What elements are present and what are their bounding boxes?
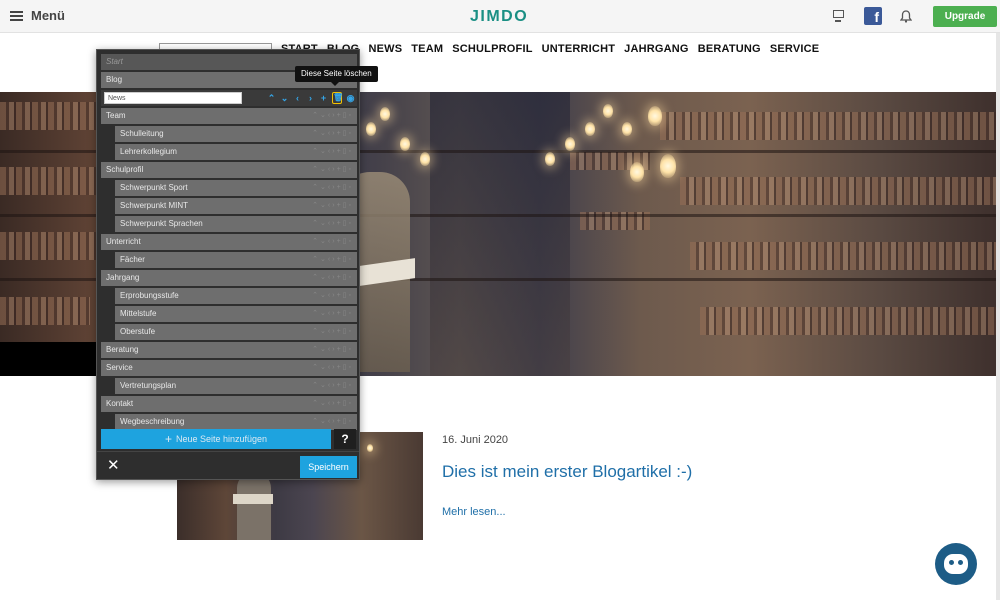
page-row-label: Mittelstufe (120, 309, 157, 318)
row-actions-faded: ⌃⌄‹›+▯◦ (312, 238, 353, 245)
navigation-editor-panel: Start Blog⌃⌄‹›+▯◦⌃⌄‹›+🗑◉Team⌃⌄‹›+▯◦Schul… (96, 49, 360, 480)
page-row-label: Start (106, 57, 123, 66)
page-row[interactable]: Jahrgang ⌃⌄‹›+▯◦ (101, 270, 357, 286)
add-page-button[interactable]: + Neue Seite hinzufügen (101, 429, 331, 449)
site-nav-item[interactable]: SCHULPROFIL (452, 43, 532, 55)
save-button[interactable]: Speichern (300, 456, 357, 478)
row-actions-faded: ⌃⌄‹›+▯◦ (312, 112, 353, 119)
page-row[interactable]: Vertretungsplan ⌃⌄‹›+▯◦ (115, 378, 357, 394)
row-actions-faded: ⌃⌄‹›+▯◦ (312, 364, 353, 371)
page-row-label: Jahrgang (106, 273, 140, 282)
page-row-label: Erprobungsstufe (120, 291, 179, 300)
panel-divider (97, 451, 359, 452)
plus-icon[interactable]: + (319, 90, 328, 106)
row-actions-faded: ⌃⌄‹›+▯◦ (312, 130, 353, 137)
robot-icon (944, 554, 968, 574)
chevron-left-icon[interactable]: ‹ (293, 90, 302, 106)
chevron-up-icon[interactable]: ⌃ (267, 90, 276, 106)
row-actions-faded: ⌃⌄‹›+▯◦ (312, 418, 353, 425)
blog-date: 16. Juni 2020 (442, 434, 509, 446)
site-nav-item[interactable]: BERATUNG (698, 43, 761, 55)
row-actions-faded: ⌃⌄‹›+▯◦ (312, 346, 353, 353)
page-row[interactable]: Beratung ⌃⌄‹›+▯◦ (101, 342, 357, 358)
menu-label: Menü (31, 8, 65, 23)
facebook-icon[interactable]: f (864, 7, 882, 25)
read-more-link[interactable]: Mehr lesen... (442, 506, 506, 518)
close-icon[interactable]: ✕ (107, 456, 120, 474)
page-row[interactable]: Oberstufe ⌃⌄‹›+▯◦ (115, 324, 357, 340)
site-nav-item[interactable]: JAHRGANG (624, 43, 689, 55)
row-actions-faded: ⌃⌄‹›+▯◦ (312, 274, 353, 281)
page-scrollbar[interactable] (996, 33, 1000, 600)
row-actions-faded: ⌃⌄‹›+▯◦ (312, 400, 353, 407)
page-row[interactable]: Schwerpunkt Sport ⌃⌄‹›+▯◦ (115, 180, 357, 196)
row-actions-faded: ⌃⌄‹›+▯◦ (312, 292, 353, 299)
page-row[interactable]: Kontakt ⌃⌄‹›+▯◦ (101, 396, 357, 412)
eye-icon[interactable]: ◉ (346, 90, 355, 106)
page-row-label: Vertretungsplan (120, 381, 177, 390)
site-nav-item[interactable]: SERVICE (770, 43, 820, 55)
page-row[interactable]: Wegbeschreibung ⌃⌄‹›+▯◦ (115, 414, 357, 430)
row-actions-faded: ⌃⌄‹›+▯◦ (312, 166, 353, 173)
menu-button[interactable]: Menü (10, 8, 65, 23)
page-row[interactable]: Team ⌃⌄‹›+▯◦ (101, 108, 357, 124)
plus-icon: + (164, 432, 172, 446)
site-navigation: STARTBLOGNEWSTEAMSCHULPROFILUNTERRICHTJA… (281, 43, 819, 55)
blog-title-link[interactable]: Dies ist mein erster Blogartikel :-) (442, 462, 692, 482)
page-row-label: Lehrerkollegium (120, 147, 177, 156)
page-row-label: Wegbeschreibung (120, 417, 185, 426)
page-row[interactable]: Service ⌃⌄‹›+▯◦ (101, 360, 357, 376)
trash-icon[interactable]: 🗑 (332, 92, 343, 104)
bell-icon[interactable] (899, 9, 913, 23)
site-nav-item[interactable]: UNTERRICHT (542, 43, 616, 55)
page-row-label: Blog (106, 75, 123, 84)
page-row-label: Unterricht (106, 237, 141, 246)
delete-page-tooltip: Diese Seite löschen (295, 66, 378, 86)
page-row-label: Beratung (106, 345, 139, 354)
page-row-label: Service (106, 363, 133, 372)
page-row[interactable]: Schwerpunkt MINT ⌃⌄‹›+▯◦ (115, 198, 357, 214)
row-actions-faded: ⌃⌄‹›+▯◦ (312, 220, 353, 227)
page-row-label: Fächer (120, 255, 145, 264)
row-actions-faded: ⌃⌄‹›+▯◦ (312, 202, 353, 209)
page-row-label: Schulleitung (120, 129, 164, 138)
page-row[interactable]: Schwerpunkt Sprachen ⌃⌄‹›+▯◦ (115, 216, 357, 232)
jimdo-logo[interactable]: JIMDO (470, 8, 528, 26)
page-row-label: Schulprofil (106, 165, 144, 174)
page-row[interactable]: Lehrerkollegium ⌃⌄‹›+▯◦ (115, 144, 357, 160)
page-row-label: Oberstufe (120, 327, 156, 336)
add-page-label: Neue Seite hinzufügen (175, 434, 268, 444)
page-row-actions: ⌃ ⌄ ‹ › + 🗑 ◉ (267, 90, 355, 106)
page-row-label: Schwerpunkt MINT (120, 201, 189, 210)
page-row-label: Schwerpunkt Sprachen (120, 219, 203, 228)
page-row[interactable]: Mittelstufe ⌃⌄‹›+▯◦ (115, 306, 357, 322)
upgrade-button[interactable]: Upgrade (933, 6, 997, 27)
chevron-down-icon[interactable]: ⌄ (280, 90, 289, 106)
page-row-editing[interactable]: ⌃⌄‹›+ 🗑◉ (101, 90, 357, 106)
hamburger-icon (10, 10, 23, 21)
row-actions-faded: ⌃⌄‹›+▯◦ (312, 310, 353, 317)
page-row-label: Team (106, 111, 126, 120)
site-nav-item[interactable]: TEAM (411, 43, 443, 55)
page-list: Start Blog⌃⌄‹›+▯◦⌃⌄‹›+🗑◉Team⌃⌄‹›+▯◦Schul… (101, 54, 357, 432)
page-row[interactable]: Schulleitung ⌃⌄‹›+▯◦ (115, 126, 357, 142)
help-button[interactable]: ? (334, 429, 356, 449)
page-row[interactable]: Fächer ⌃⌄‹›+▯◦ (115, 252, 357, 268)
row-actions-faded: ⌃⌄‹›+▯◦ (312, 382, 353, 389)
site-nav-item[interactable]: NEWS (368, 43, 402, 55)
monitor-icon[interactable] (831, 9, 845, 23)
help-robot-button[interactable] (935, 543, 977, 585)
row-actions-faded: ⌃⌄‹›+▯◦ (312, 148, 353, 155)
page-row[interactable]: Unterricht ⌃⌄‹›+▯◦ (101, 234, 357, 250)
chevron-right-icon[interactable]: › (306, 90, 315, 106)
page-row-label: Kontakt (106, 399, 134, 408)
row-actions-faded: ⌃⌄‹›+▯◦ (312, 328, 353, 335)
top-bar: Menü JIMDO f Upgrade (0, 0, 1000, 33)
page-row-label: Schwerpunkt Sport (120, 183, 188, 192)
page-name-input[interactable] (104, 92, 242, 104)
page-row[interactable]: Schulprofil ⌃⌄‹›+▯◦ (101, 162, 357, 178)
page-row[interactable]: Erprobungsstufe ⌃⌄‹›+▯◦ (115, 288, 357, 304)
row-actions-faded: ⌃⌄‹›+▯◦ (312, 256, 353, 263)
row-actions-faded: ⌃⌄‹›+▯◦ (312, 184, 353, 191)
